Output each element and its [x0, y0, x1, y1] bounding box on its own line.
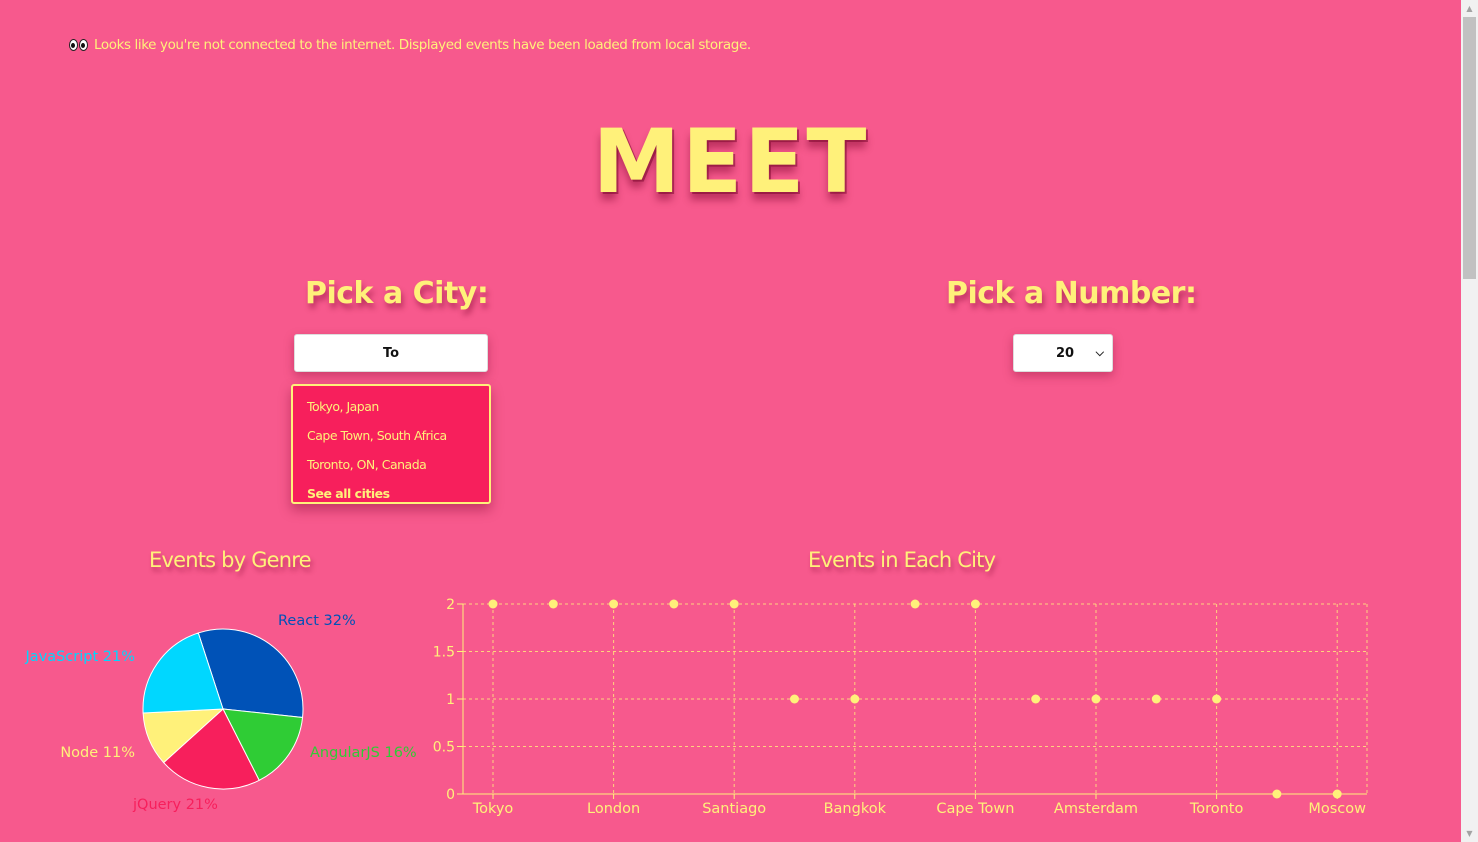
- number-of-events-select[interactable]: 20 ⌵: [1013, 334, 1113, 372]
- y-tick-label: 2: [446, 597, 455, 613]
- vertical-scrollbar[interactable]: ▲ ▼: [1461, 0, 1478, 842]
- city-chart-title: Events in Each City: [808, 548, 996, 572]
- number-heading: Pick a Number:: [946, 276, 1197, 311]
- y-tick-label: 0: [446, 787, 455, 803]
- pie-label-node: Node 11%: [60, 745, 135, 761]
- x-tick-label: London: [587, 801, 640, 817]
- city-heading: Pick a City:: [305, 276, 489, 311]
- scatter-point[interactable]: [910, 599, 920, 609]
- city-search-value: To: [382, 345, 400, 361]
- pie-label-react: React 32%: [278, 613, 356, 629]
- offline-alert: Looks like you're not connected to the i…: [69, 37, 751, 53]
- scatter-point[interactable]: [1151, 694, 1161, 704]
- pie-label-javascript: JavaScript 21%: [24, 649, 135, 665]
- pie-label-angularjs: AngularJS 16%: [310, 745, 417, 761]
- suggestion-item[interactable]: Cape Town, South Africa: [293, 421, 489, 450]
- city-suggestions-list: Tokyo, Japan Cape Town, South Africa Tor…: [291, 384, 491, 504]
- scatter-point[interactable]: [1031, 694, 1041, 704]
- scroll-up-arrow-icon[interactable]: ▲: [1461, 0, 1478, 17]
- x-tick-label: Bangkok: [824, 801, 887, 817]
- scrollbar-thumb[interactable]: [1463, 17, 1476, 279]
- scatter-point[interactable]: [1332, 789, 1342, 799]
- scatter-point[interactable]: [729, 599, 739, 609]
- scatter-point[interactable]: [488, 599, 498, 609]
- x-tick-label: Moscow: [1308, 801, 1366, 817]
- scatter-point[interactable]: [1212, 694, 1222, 704]
- city-scatter-chart: 0 0.5 1 1.5 2 Tokyo London Santiago Bangkok Cape …: [433, 597, 1368, 817]
- scatter-point[interactable]: [548, 599, 558, 609]
- genre-chart-title: Events by Genre: [149, 548, 312, 572]
- y-tick-label: 1: [446, 692, 455, 708]
- suggestion-item[interactable]: Toronto, ON, Canada: [293, 450, 489, 479]
- scatter-point[interactable]: [790, 694, 799, 704]
- offline-alert-text: Looks like you're not connected to the i…: [94, 37, 751, 53]
- chevron-down-icon: ⌵: [1095, 346, 1104, 359]
- x-tick-label: Toronto: [1189, 801, 1244, 817]
- x-tick-label: Tokyo: [472, 801, 514, 817]
- app-title: MEET: [592, 110, 869, 213]
- pie-label-jquery: jQuery 21%: [132, 797, 218, 813]
- x-tick-label: Santiago: [702, 801, 766, 817]
- x-tick-label: Amsterdam: [1054, 801, 1138, 817]
- y-tick-label: 1.5: [433, 645, 455, 661]
- suggestion-item[interactable]: Tokyo, Japan: [293, 392, 489, 421]
- page: Looks like you're not connected to the i…: [0, 0, 1461, 842]
- see-all-cities-item[interactable]: See all cities: [293, 479, 489, 508]
- y-tick-label: 0.5: [433, 740, 455, 756]
- scatter-point[interactable]: [1272, 789, 1282, 799]
- scatter-point[interactable]: [970, 599, 980, 609]
- scatter-point[interactable]: [1091, 694, 1101, 704]
- scroll-down-arrow-icon[interactable]: ▼: [1461, 825, 1478, 842]
- genre-pie-chart: React 32% AngularJS 16% jQuery 21% Node 11%…: [24, 613, 417, 813]
- eyes-emoji-icon: [69, 39, 88, 51]
- x-tick-label: Cape Town: [936, 801, 1014, 817]
- scatter-point[interactable]: [609, 599, 619, 609]
- city-search-input[interactable]: To: [294, 334, 488, 372]
- number-select-value: 20: [1055, 345, 1075, 361]
- scatter-point[interactable]: [850, 694, 860, 704]
- scatter-point[interactable]: [669, 599, 679, 609]
